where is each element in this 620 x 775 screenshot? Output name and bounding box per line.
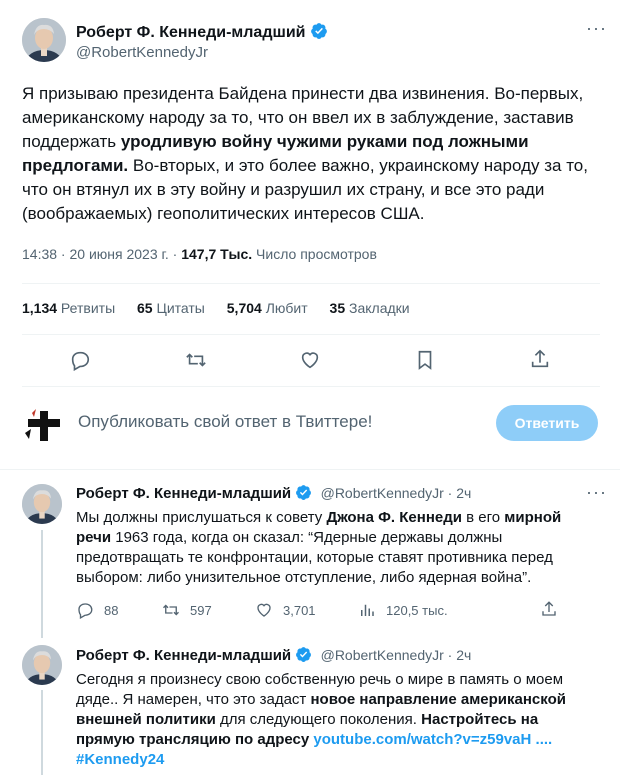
author-name[interactable]: Роберт Ф. Кеннеди-младший <box>76 22 328 42</box>
divider <box>0 469 620 470</box>
reply-submit-button[interactable]: Ответить <box>496 405 598 441</box>
tweet-text: Я призываю президента Байдена принести д… <box>22 82 600 226</box>
divider <box>22 334 600 335</box>
youtube-link[interactable]: youtube.com/watch?v=z59vaH .... <box>313 731 552 748</box>
tweet-meta: 14:38 · 20 июня 2023 г. · 147,7 Тыс. Чис… <box>22 246 377 262</box>
retweet-count: 597 <box>190 602 212 618</box>
reply-header: Роберт Ф. Кеннеди-младший @RobertKennedy… <box>76 646 471 665</box>
compose-input[interactable]: Опубликовать свой ответ в Твиттере! <box>78 412 478 432</box>
like-count: 3,701 <box>283 602 316 618</box>
share-button[interactable] <box>526 345 554 373</box>
reply-icon <box>71 351 90 371</box>
reply-share-button[interactable] <box>538 598 560 620</box>
avatar-photo <box>22 484 62 524</box>
retweet-icon <box>163 604 179 616</box>
tweet-timestamp[interactable]: 14:38 · 20 июня 2023 г. · <box>22 246 181 262</box>
divider <box>22 283 600 284</box>
reply-count: 88 <box>104 602 119 618</box>
heart-icon <box>301 352 319 369</box>
likes-stat[interactable]: 5,704 Любит <box>227 300 308 316</box>
views-label: Число просмотров <box>252 246 377 262</box>
share-icon <box>542 601 556 616</box>
reply-author-avatar[interactable] <box>22 484 62 524</box>
reply-views-button[interactable]: 120,5 тыс. <box>358 601 448 619</box>
heart-icon <box>257 603 271 617</box>
verified-badge-icon <box>296 647 312 662</box>
reply-author-name[interactable]: Роберт Ф. Кеннеди-младший <box>76 647 291 664</box>
compose-avatar <box>22 403 66 447</box>
views-count: 147,7 Тыс. <box>181 246 253 262</box>
user-avatar-icon <box>22 403 66 447</box>
views-chart-icon <box>361 604 374 616</box>
views-count: 120,5 тыс. <box>386 602 448 618</box>
reply-author-name[interactable]: Роберт Ф. Кеннеди-младший <box>76 485 291 502</box>
author-avatar[interactable] <box>22 18 66 62</box>
quotes-stat[interactable]: 65 Цитаты <box>137 300 205 316</box>
retweets-stat[interactable]: 1,134 Ретвиты <box>22 300 115 316</box>
verified-badge-icon <box>310 23 327 39</box>
hashtag-link[interactable]: #Kennedy24 <box>76 751 164 768</box>
reply-text: Сегодня я произнесу свою собственную реч… <box>76 671 566 768</box>
more-options-icon[interactable]: ··· <box>586 18 607 39</box>
reply-author-handle[interactable]: @RobertKennedyJr · 2ч <box>321 647 472 663</box>
like-button[interactable] <box>296 346 324 374</box>
reply-reply-button[interactable]: 88 <box>76 601 118 619</box>
bookmarks-stat[interactable]: 35 Закладки <box>330 300 410 316</box>
retweet-icon <box>186 353 206 367</box>
verified-badge-icon <box>296 485 312 500</box>
bookmark-button[interactable] <box>411 346 439 374</box>
author-handle[interactable]: @RobertKennedyJr <box>76 44 208 61</box>
share-icon <box>531 349 549 368</box>
reply-button[interactable] <box>66 346 94 374</box>
avatar-photo <box>22 18 66 62</box>
thread-line <box>41 530 43 638</box>
retweet-button[interactable] <box>182 346 210 374</box>
reply-author-avatar[interactable] <box>22 645 62 685</box>
more-options-icon[interactable]: ··· <box>586 482 607 503</box>
reply-header: Роберт Ф. Кеннеди-младший @RobertKennedy… <box>76 484 471 503</box>
thread-line <box>41 690 43 775</box>
reply-retweet-button[interactable]: 597 <box>162 601 212 619</box>
reply-author-handle[interactable]: @RobertKennedyJr · 2ч <box>321 485 472 501</box>
reply-icon <box>78 603 93 619</box>
reply-like-button[interactable]: 3,701 <box>255 601 316 619</box>
divider <box>22 386 600 387</box>
avatar-photo <box>22 645 62 685</box>
author-name-text[interactable]: Роберт Ф. Кеннеди-младший <box>76 24 306 41</box>
bookmark-icon <box>418 350 432 370</box>
reply-text: Мы должны прислушаться к совету Джона Ф.… <box>76 509 562 586</box>
tweet-stats: 1,134 Ретвиты 65 Цитаты 5,704 Любит 35 З… <box>22 300 410 316</box>
